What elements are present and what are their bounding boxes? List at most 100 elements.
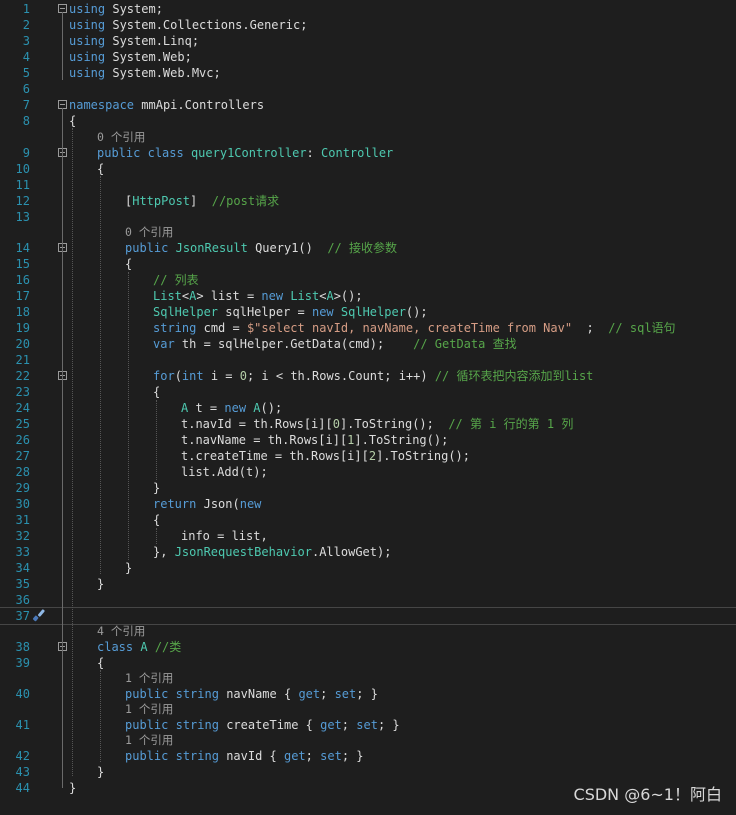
code-text: t.createTime = th.Rows[i][2].ToString(); — [181, 448, 470, 464]
code-line: 3 using System.Linq; — [0, 33, 736, 49]
code-token[interactable]: 4 个引用 — [97, 624, 145, 638]
code-token: (); — [405, 305, 428, 319]
codelens-reference[interactable]: 1 个引用 — [0, 701, 736, 717]
code-text: return Json(new — [153, 496, 261, 512]
code-text: 1 个引用 — [125, 701, 173, 717]
line-number: 33 — [15, 545, 30, 559]
code-token: public — [125, 718, 169, 732]
code-token: t = — [195, 401, 225, 415]
line-number: 20 — [15, 337, 30, 351]
code-text: for(int i = 0; i < th.Rows.Count; i++) /… — [153, 368, 593, 384]
code-line: 23 { — [0, 384, 736, 400]
code-token: Query1() — [255, 241, 328, 255]
code-token: //类 — [154, 640, 182, 654]
code-text: } — [69, 780, 76, 796]
indent-guide — [100, 176, 101, 574]
codelens-reference[interactable]: 4 个引用 — [0, 623, 736, 639]
code-line: 17 List<A> list = new List<A>(); — [0, 288, 736, 304]
code-token: A — [326, 289, 334, 303]
line-number: 43 — [15, 765, 30, 779]
code-token: ].ToString(); — [339, 417, 449, 431]
code-text: } — [97, 576, 104, 592]
indent-guide — [156, 400, 157, 480]
codelens-reference[interactable]: 1 个引用 — [0, 732, 736, 748]
line-number: 2 — [22, 18, 30, 32]
code-text: { — [153, 512, 160, 528]
code-token: List — [153, 289, 182, 303]
code-token: System.Web.Mvc; — [112, 66, 221, 80]
code-token: >(); — [333, 289, 363, 303]
code-line: 36 — [0, 592, 736, 608]
code-token: } — [97, 577, 105, 591]
line-number: 39 — [15, 656, 30, 670]
code-token: navName { — [226, 687, 299, 701]
code-token: int — [181, 369, 204, 383]
code-line: 2 using System.Collections.Generic; — [0, 17, 736, 33]
code-token: t.createTime = th.Rows[i][ — [181, 449, 369, 463]
code-token: // sql语句 — [608, 321, 676, 335]
code-token[interactable]: 1 个引用 — [125, 671, 173, 685]
code-token: string — [175, 687, 219, 701]
code-token[interactable]: 0 个引用 — [97, 130, 145, 144]
line-number: 18 — [15, 305, 30, 319]
code-token: System; — [112, 2, 163, 16]
code-line: 14 public JsonResult Query1() // 接收参数 — [0, 240, 736, 256]
code-token: SqlHelper — [153, 305, 219, 319]
code-token: // GetData 查找 — [413, 337, 517, 351]
code-token: ; — [579, 321, 609, 335]
code-text: } — [125, 560, 132, 576]
code-editor[interactable]: 1 using System; 2 using System.Collections.… — [0, 0, 736, 815]
line-number: 29 — [15, 481, 30, 495]
codelens-reference[interactable]: 0 个引用 — [0, 224, 736, 240]
code-text: t.navName = th.Rows[i][1].ToString(); — [181, 432, 448, 448]
code-token: string — [175, 718, 219, 732]
code-token: class — [147, 146, 184, 160]
code-token[interactable]: 1 个引用 — [125, 733, 173, 747]
paintbrush-icon[interactable] — [31, 607, 47, 623]
code-token[interactable]: 1 个引用 — [125, 702, 173, 716]
code-token: string — [175, 749, 219, 763]
code-token: new — [239, 497, 262, 511]
line-number: 30 — [15, 497, 30, 511]
code-token: t.navName = th.Rows[i][ — [181, 433, 348, 447]
code-token: new — [224, 401, 247, 415]
code-token: SqlHelper — [340, 305, 406, 319]
code-text: string cmd = $"select navId, navName, cr… — [153, 320, 676, 336]
code-line: 33}, JsonRequestBehavior.AllowGet); — [0, 544, 736, 560]
code-token: list.Add(t); — [181, 465, 268, 479]
code-line: 37 — [0, 607, 736, 625]
code-token: System.Collections.Generic; — [112, 18, 308, 32]
code-token[interactable]: 0 个引用 — [125, 225, 173, 239]
code-token: using — [69, 18, 106, 32]
line-number: 37 — [15, 609, 30, 623]
code-token: query1Controller — [190, 146, 307, 160]
code-token: } — [153, 481, 161, 495]
code-line: 19 string cmd = $"select navId, navName, … — [0, 320, 736, 336]
code-line: 4 using System.Web; — [0, 49, 736, 65]
line-number: 34 — [15, 561, 30, 575]
code-line: 21 — [0, 352, 736, 368]
code-line: 25 t.navId = th.Rows[i][0].ToString(); //… — [0, 416, 736, 432]
code-text: SqlHelper sqlHelper = new SqlHelper(); — [153, 304, 428, 320]
code-token: sqlHelper = — [225, 305, 312, 319]
codelens-reference[interactable]: 1 个引用 — [0, 670, 736, 686]
code-token: ; } — [356, 687, 378, 701]
code-text: [HttpPost] //post请求 — [125, 193, 279, 209]
line-number: 7 — [22, 98, 30, 112]
code-text: 0 个引用 — [125, 224, 173, 240]
line-number: 25 — [15, 417, 30, 431]
code-token: Controller — [321, 146, 394, 160]
codelens-reference[interactable]: 0 个引用 — [0, 129, 736, 145]
code-token: } — [97, 765, 105, 779]
line-number: 22 — [15, 369, 30, 383]
code-text: { — [69, 113, 76, 129]
code-line: 30 return Json(new — [0, 496, 736, 512]
code-token: namespace — [69, 98, 135, 112]
code-token: set — [334, 687, 357, 701]
code-line: 34} — [0, 560, 736, 576]
code-token: ; — [305, 749, 321, 763]
line-number: 28 — [15, 465, 30, 479]
code-token: System.Web; — [112, 50, 192, 64]
code-token: > list = — [196, 289, 262, 303]
line-number: 11 — [15, 178, 30, 192]
